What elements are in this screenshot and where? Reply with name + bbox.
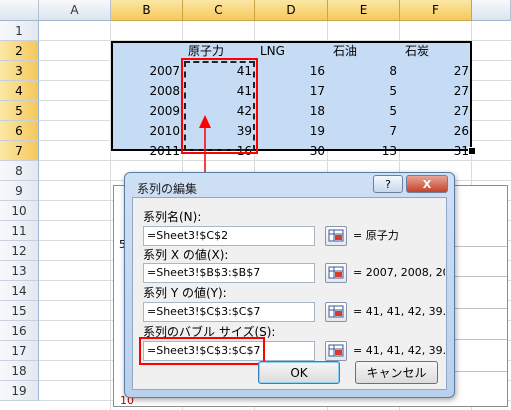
series-name-preview: = 原子力 [353,229,399,242]
series-y-label: 系列 Y の値(Y): [143,286,227,300]
ok-button[interactable]: OK [258,361,340,384]
series-name-input[interactable]: =Sheet3!$C$2 [143,226,315,246]
help-button[interactable]: ? [373,175,403,193]
series-name-label: 系列名(N): [143,210,202,224]
series-y-input[interactable]: =Sheet3!$C$3:$C$7 [143,302,315,322]
collapse-dialog-button[interactable] [325,302,347,322]
close-button[interactable]: X [406,175,448,193]
range-select-icon [328,344,344,357]
edit-series-dialog: 系列の編集 ? X 系列名(N): =Sheet3!$C$2 = 原子力 系列 … [124,172,455,398]
bubble-size-highlight-box [139,337,265,365]
bubble-size-preview: = 41, 41, 42, 39... [353,344,445,357]
range-select-icon [328,305,344,318]
collapse-dialog-button[interactable] [325,341,347,361]
series-x-preview: = 2007, 2008, 20... [353,266,445,279]
collapse-dialog-button[interactable] [325,226,347,246]
range-select-icon [328,229,344,242]
series-y-preview: = 41, 41, 42, 39... [353,305,445,318]
dialog-title: 系列の編集 [137,182,198,196]
range-select-icon [328,266,344,279]
cancel-button[interactable]: キャンセル [355,361,438,384]
series-x-label: 系列 X の値(X): [143,248,229,262]
series-x-input[interactable]: =Sheet3!$B$3:$B$7 [143,263,315,283]
collapse-dialog-button[interactable] [325,263,347,283]
